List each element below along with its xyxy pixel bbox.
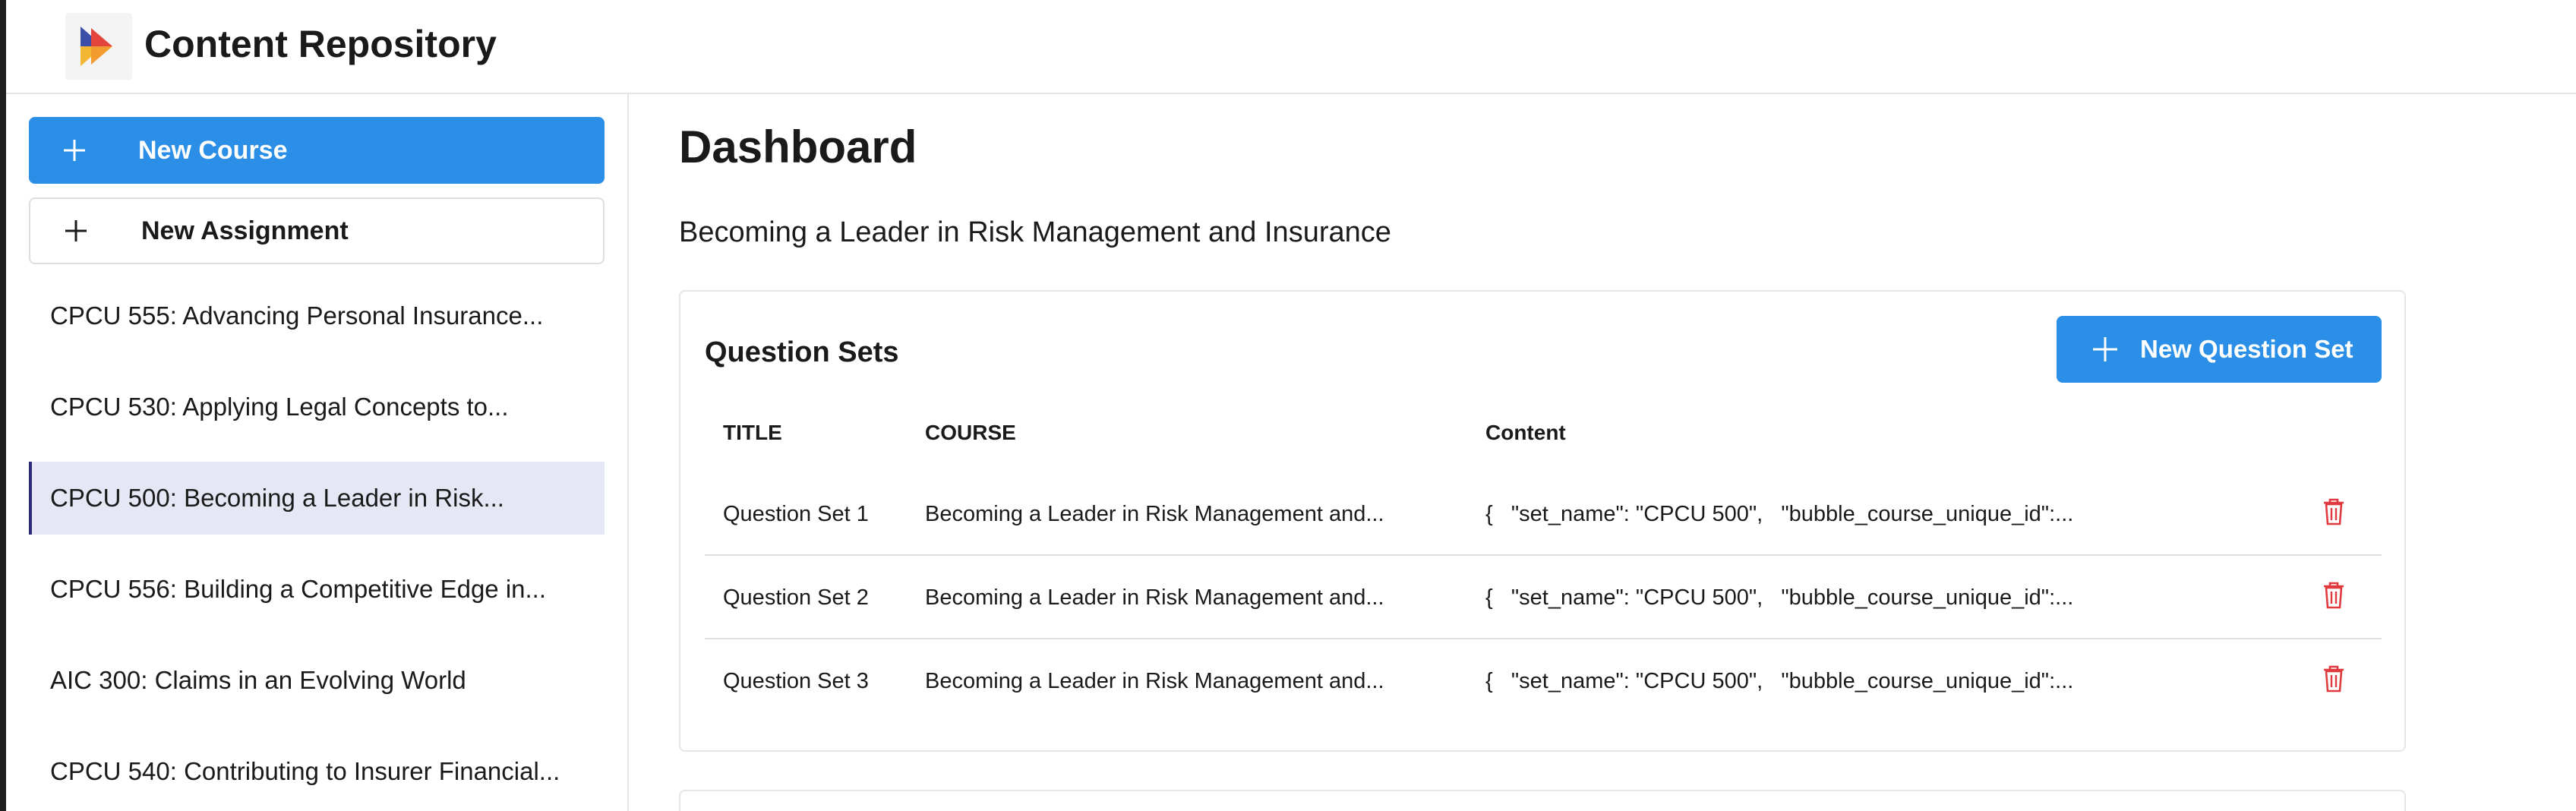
window-edge [0,0,6,811]
plus-icon [61,137,88,166]
top-header: Content Repository [6,0,2576,94]
plus-icon [2090,334,2120,367]
course-list: CPCU 555: Advancing Personal Insurance..… [29,279,605,811]
new-course-label: New Course [138,136,288,165]
course-item-active[interactable]: CPCU 500: Becoming a Leader in Risk... [29,462,605,535]
new-course-button[interactable]: New Course [29,117,605,184]
new-assignment-label: New Assignment [141,216,349,245]
table-row[interactable]: Question Set 3 Becoming a Leader in Risk… [705,639,2382,723]
course-item[interactable]: AIC 300: Claims in an Evolving World [29,644,605,717]
page-title: Dashboard [679,121,917,172]
new-question-set-button[interactable]: New Question Set [2057,316,2382,383]
plus-icon [62,217,90,247]
course-item[interactable]: CPCU 555: Advancing Personal Insurance..… [29,279,605,352]
column-header-content: Content [1485,421,1566,444]
row-title: Question Set 2 [723,585,869,610]
course-item[interactable]: CPCU 530: Applying Legal Concepts to... [29,371,605,443]
row-course: Becoming a Leader in Risk Management and… [925,585,1384,610]
app-title: Content Repository [144,23,497,65]
trash-icon[interactable] [2322,664,2345,697]
row-content: { "set_name": "CPCU 500", "bubble_course… [1485,502,2074,526]
column-header-title: TITLE [723,421,782,444]
row-content: { "set_name": "CPCU 500", "bubble_course… [1485,585,2074,610]
trash-icon[interactable] [2322,497,2345,530]
row-content: { "set_name": "CPCU 500", "bubble_course… [1485,669,2074,693]
course-item[interactable]: CPCU 540: Contributing to Insurer Financ… [29,735,605,808]
row-title: Question Set 3 [723,669,869,693]
row-title: Question Set 1 [723,502,869,526]
main-content: Dashboard Becoming a Leader in Risk Mana… [630,94,2576,811]
trash-icon[interactable] [2322,581,2345,614]
table-row[interactable]: Question Set 2 Becoming a Leader in Risk… [705,556,2382,639]
row-course: Becoming a Leader in Risk Management and… [925,502,1384,526]
app-window: Content Repository New Course New Assign… [0,0,2576,811]
play-logo-icon[interactable] [65,13,132,80]
card-title: Question Sets [705,336,899,368]
course-item[interactable]: CPCU 556: Building a Competitive Edge in… [29,553,605,626]
sidebar: New Course New Assignment CPCU 555: Adva… [6,94,629,811]
question-sets-card: Question Sets New Question Set TITLE COU… [679,290,2406,752]
column-header-course: COURSE [925,421,1016,444]
table-row[interactable]: Question Set 1 Becoming a Leader in Risk… [705,472,2382,556]
second-card [679,790,2406,811]
new-question-set-label: New Question Set [2140,335,2353,363]
course-subtitle: Becoming a Leader in Risk Management and… [679,216,1391,248]
new-assignment-button[interactable]: New Assignment [29,197,605,264]
row-course: Becoming a Leader in Risk Management and… [925,669,1384,693]
